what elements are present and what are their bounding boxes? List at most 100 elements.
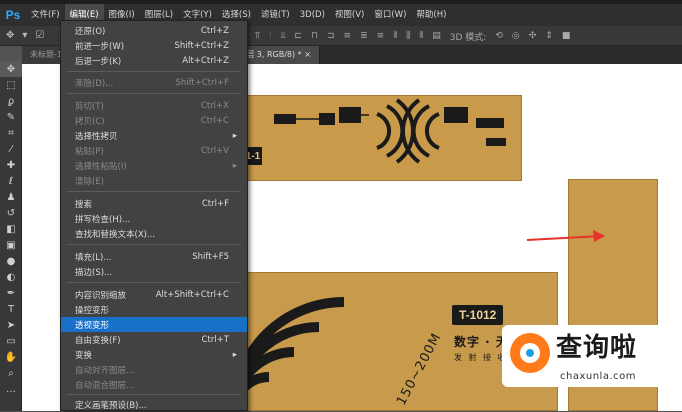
menu-item-clear[interactable]: 清除(E) — [61, 173, 247, 188]
marquee-tool-icon[interactable]: ⬚ — [0, 77, 22, 93]
menu-item-content-aware-scale[interactable]: 内容识别缩放 Alt+Shift+Ctrl+C — [61, 287, 247, 302]
align-middle-icon[interactable]: ⫶ — [269, 31, 271, 41]
menu-item-undo[interactable]: 还原(O) Ctrl+Z — [61, 23, 247, 38]
menu-item-label: 内容识别缩放 — [75, 290, 127, 301]
distribute-middle-icon[interactable]: ≣ — [360, 31, 368, 41]
menu-item-copy-special[interactable]: 选择性拷贝 ▸ — [61, 128, 247, 143]
search-logo-icon — [510, 333, 550, 373]
menu-separator — [67, 191, 241, 192]
align-buttons: ⫪ ⫶ ⫫ ⊏ ⊓ ⊐ ≡ ≣ ≡ ⦀ ⫼ ⦀ ▤ 3D 模式: ⟲ ◎ ✣ ⇕… — [255, 26, 570, 46]
distribute-bottom-icon[interactable]: ≡ — [377, 31, 385, 41]
path-select-tool-icon[interactable]: ➤ — [0, 317, 22, 333]
tools-panel: ✥ ⬚ ϼ ✎ ⌗ ⁄ ✚ ℓ ♟ ↺ ◧ ▣ ● ◐ ✒ T ➤ ▭ ✋ ⌕ … — [0, 61, 22, 411]
healing-tool-icon[interactable]: ✚ — [0, 157, 22, 173]
more-tools-icon[interactable]: … — [0, 381, 22, 397]
zoom-tool-icon[interactable]: ⌕ — [0, 365, 22, 381]
photoshop-logo: Ps — [5, 8, 21, 22]
menu-file[interactable]: 文件(F) — [26, 4, 65, 26]
menu-item-define-brush[interactable]: 定义画笔预设(B)... — [61, 397, 247, 412]
distribute-center-icon[interactable]: ⫼ — [406, 31, 410, 41]
menu-item-step-forward[interactable]: 前进一步(W) Shift+Ctrl+Z — [61, 38, 247, 53]
menu-item-auto-align[interactable]: 自动对齐图层... — [61, 362, 247, 377]
menu-item-paste[interactable]: 粘贴(P) Ctrl+V — [61, 143, 247, 158]
menu-item-shortcut: Alt+Shift+Ctrl+C — [155, 289, 229, 300]
3d-rotate-icon[interactable]: ⟲ — [495, 31, 503, 41]
auto-align-icon[interactable]: ▤ — [432, 31, 441, 41]
3d-mode-label: 3D 模式: — [449, 32, 487, 43]
3d-camera-icon[interactable]: ■ — [562, 31, 571, 41]
brush-tool-icon[interactable]: ℓ — [0, 173, 22, 189]
menu-item-shortcut: Ctrl+C — [200, 115, 229, 126]
menu-item-step-backward[interactable]: 后退一步(K) Alt+Ctrl+Z — [61, 53, 247, 68]
3d-roll-icon[interactable]: ◎ — [512, 31, 520, 41]
menu-item-shortcut: Ctrl+T — [201, 334, 229, 345]
checkbox-icon[interactable]: ☑ — [35, 30, 44, 41]
tab-untitled-label: 未标题-1 — [30, 50, 62, 59]
logo-dot — [526, 349, 534, 357]
menu-item-label: 变换 — [75, 350, 93, 361]
menu-item-copy[interactable]: 拷贝(C) Ctrl+C — [61, 113, 247, 128]
submenu-arrow-icon: ▸ — [232, 130, 237, 141]
menu-item-shortcut: Ctrl+F — [201, 198, 229, 209]
3d-pan-icon[interactable]: ✣ — [529, 31, 537, 41]
distribute-right-icon[interactable]: ⦀ — [419, 31, 423, 41]
distribute-left-icon[interactable]: ⦀ — [393, 31, 397, 41]
align-bottom-icon[interactable]: ⫫ — [280, 31, 285, 41]
crop-tool-icon[interactable]: ⌗ — [0, 125, 22, 141]
menu-item-label: 查找和替换文本(X)... — [75, 229, 156, 240]
menu-item-label: 拷贝(C) — [75, 116, 105, 127]
menu-item-label: 清除(E) — [75, 176, 105, 187]
quick-select-tool-icon[interactable]: ✎ — [0, 109, 22, 125]
close-icon[interactable]: × — [304, 50, 311, 59]
menu-item-perspective-warp[interactable]: 透视变形 — [61, 317, 247, 332]
move-tool-icon[interactable]: ✥ — [6, 30, 14, 41]
eraser-tool-icon[interactable]: ◧ — [0, 221, 22, 237]
align-left-icon[interactable]: ⊏ — [294, 31, 302, 41]
gradient-tool-icon[interactable]: ▣ — [0, 237, 22, 253]
watermark: 查询啦 chaxunla.com — [502, 325, 678, 387]
menu-item-label: 操控变形 — [75, 305, 110, 316]
watermark-url: chaxunla.com — [560, 371, 636, 382]
menu-item-fade[interactable]: 渐隐(D)... Shift+Ctrl+F — [61, 75, 247, 90]
lasso-tool-icon[interactable]: ϼ — [0, 93, 22, 109]
right-arrow-icon — [593, 230, 605, 242]
menu-item-label: 透视变形 — [75, 320, 110, 331]
menu-item-free-transform[interactable]: 自由变换(F) Ctrl+T — [61, 332, 247, 347]
menu-item-stroke[interactable]: 描边(S)... — [61, 264, 247, 279]
menu-3d[interactable]: 3D(D) — [295, 4, 330, 26]
menu-window[interactable]: 窗口(W) — [369, 4, 411, 26]
menu-item-label: 渐隐(D)... — [75, 78, 114, 89]
align-top-icon[interactable]: ⫪ — [255, 31, 260, 41]
align-center-icon[interactable]: ⊓ — [311, 31, 318, 41]
menu-item-label: 自由变换(F) — [75, 335, 121, 346]
menu-item-search[interactable]: 搜索 Ctrl+F — [61, 196, 247, 211]
menu-item-transform[interactable]: 变换 ▸ — [61, 347, 247, 362]
pen-tool-icon[interactable]: ✒ — [0, 285, 22, 301]
dropdown-arrow-icon[interactable]: ▾ — [22, 30, 27, 41]
menu-view[interactable]: 视图(V) — [330, 4, 369, 26]
menu-item-spell-check[interactable]: 拼写检查(H)... — [61, 211, 247, 226]
menu-item-shortcut: Ctrl+V — [200, 145, 229, 156]
menu-help[interactable]: 帮助(H) — [411, 4, 451, 26]
dodge-tool-icon[interactable]: ◐ — [0, 269, 22, 285]
menu-item-auto-blend[interactable]: 自动混合图层... — [61, 377, 247, 392]
stamp-tool-icon[interactable]: ♟ — [0, 189, 22, 205]
align-right-icon[interactable]: ⊐ — [327, 31, 335, 41]
shape-tool-icon[interactable]: ▭ — [0, 333, 22, 349]
hand-tool-icon[interactable]: ✋ — [0, 349, 22, 365]
eyedropper-tool-icon[interactable]: ⁄ — [0, 141, 22, 157]
menu-item-paste-special[interactable]: 选择性粘贴(I) ▸ — [61, 158, 247, 173]
distribute-top-icon[interactable]: ≡ — [344, 31, 352, 41]
menu-item-fill[interactable]: 填充(L)... Shift+F5 — [61, 249, 247, 264]
menu-item-find-replace[interactable]: 查找和替换文本(X)... — [61, 226, 247, 241]
menu-filter[interactable]: 滤镜(T) — [256, 4, 295, 26]
move-tool-icon[interactable]: ✥ — [0, 61, 22, 77]
menu-item-puppet-warp[interactable]: 操控变形 — [61, 302, 247, 317]
menu-item-cut[interactable]: 剪切(T) Ctrl+X — [61, 98, 247, 113]
3d-slide-icon[interactable]: ⇕ — [545, 31, 553, 41]
menu-item-label: 自动对齐图层... — [75, 365, 135, 376]
type-tool-icon[interactable]: T — [0, 301, 22, 317]
menu-item-label: 定义画笔预设(B)... — [75, 400, 147, 411]
blur-tool-icon[interactable]: ● — [0, 253, 22, 269]
history-brush-icon[interactable]: ↺ — [0, 205, 22, 221]
